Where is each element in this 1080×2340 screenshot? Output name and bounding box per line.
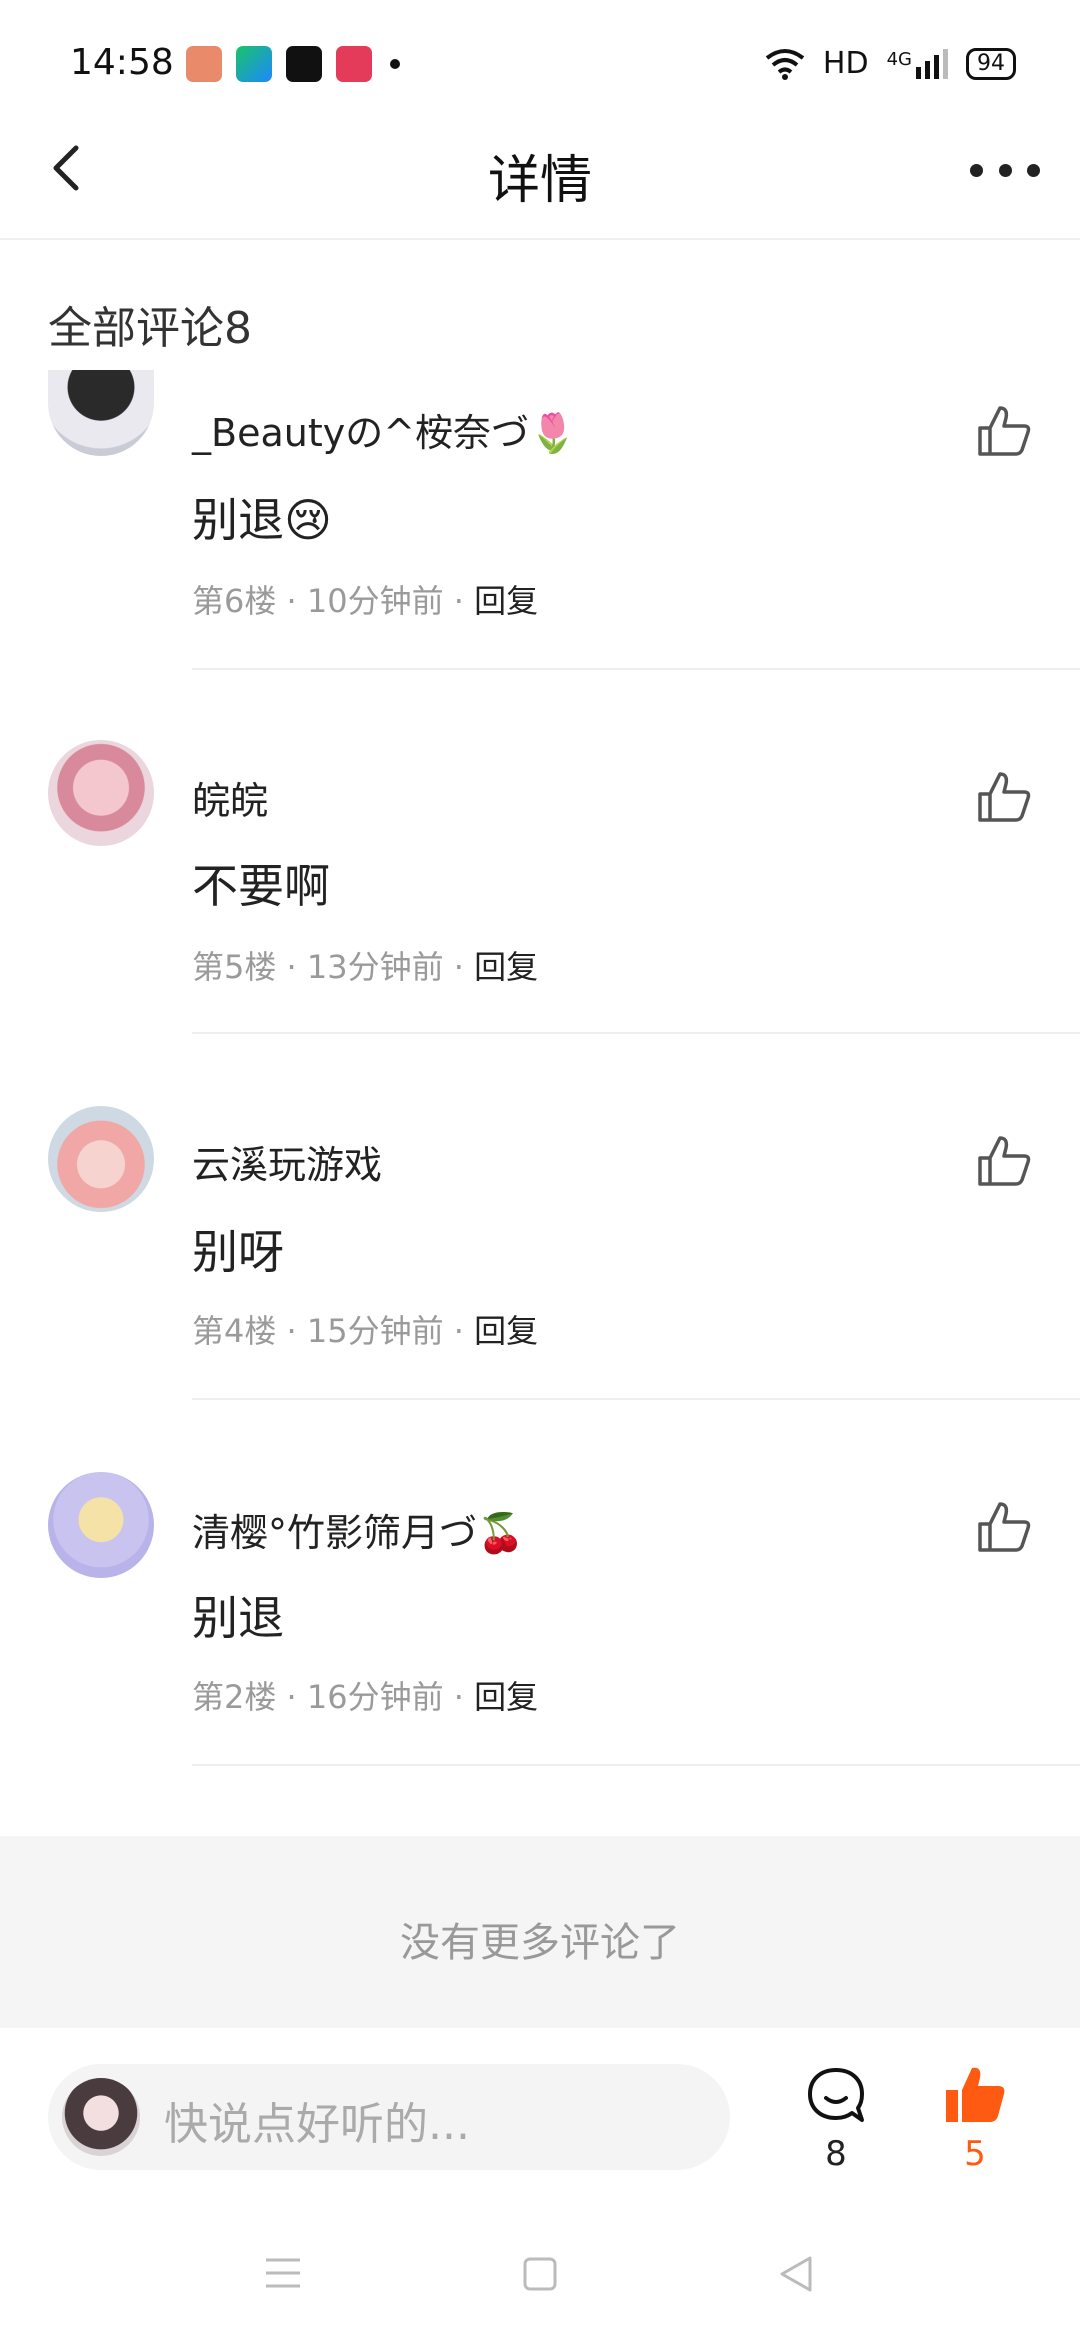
battery-indicator: 94 <box>966 47 1016 80</box>
page-title: 详情 <box>487 151 592 211</box>
system-status: HD 4G 94 <box>765 46 1016 81</box>
reply-button[interactable]: 回复 <box>474 1312 538 1350</box>
video-app-icon <box>236 46 272 82</box>
comment-floor: 第4楼 <box>192 1312 277 1350</box>
like-count: 5 <box>964 2134 986 2174</box>
comment-meta: 第4楼 · 15分钟前 · 回复 <box>192 1312 539 1350</box>
avatar[interactable] <box>48 1106 154 1212</box>
thumbs-up-icon[interactable] <box>976 1500 1032 1556</box>
comment-divider <box>192 1398 1080 1400</box>
more-notifications-icon <box>390 59 400 69</box>
reply-button[interactable]: 回复 <box>474 582 538 620</box>
comment-input-placeholder[interactable]: 快说点好听的... <box>164 2088 470 2152</box>
comment-divider <box>192 1764 1080 1766</box>
thumbs-up-icon[interactable] <box>976 770 1032 826</box>
comment-divider <box>192 1032 1080 1034</box>
thumbs-up-icon[interactable] <box>976 1134 1032 1190</box>
comment-time: 15分钟前 <box>306 1312 444 1350</box>
comment-time: 16分钟前 <box>306 1678 444 1716</box>
comment-item: 皖皖 不要啊 第5楼 · 13分钟前 · 回复 <box>0 740 1080 1040</box>
home-icon[interactable] <box>522 2256 558 2292</box>
more-options-icon[interactable] <box>970 150 1040 190</box>
comment-bubble-icon[interactable] <box>806 2066 866 2126</box>
comment-item: _Beautyの^桉奈づ🌷 别退😢 第6楼 · 10分钟前 · 回复 <box>0 370 1080 680</box>
reply-button[interactable]: 回复 <box>474 948 538 986</box>
hd-label: HD <box>822 46 869 81</box>
comment-floor: 第2楼 <box>192 1678 277 1716</box>
comment-text: 别呀 <box>192 1225 284 1279</box>
thumbs-up-filled-icon[interactable] <box>944 2064 1006 2126</box>
reply-button[interactable]: 回复 <box>474 1678 538 1716</box>
comment-floor: 第6楼 <box>192 582 277 620</box>
comment-text: 不要啊 <box>192 859 330 913</box>
app-notification-icon <box>186 46 222 82</box>
comment-meta: 第6楼 · 10分钟前 · 回复 <box>192 582 539 620</box>
comment-text: 别退😢 <box>192 493 332 547</box>
avatar[interactable] <box>48 740 154 846</box>
comment-floor: 第5楼 <box>192 948 277 986</box>
back-triangle-icon[interactable] <box>778 2254 814 2294</box>
avatar[interactable] <box>48 370 154 456</box>
comment-count: 8 <box>825 2134 847 2174</box>
thumbs-up-icon[interactable] <box>976 404 1032 460</box>
status-time: 14:58 <box>70 42 174 83</box>
comment-username[interactable]: 皖皖 <box>192 770 268 825</box>
feather-app-icon <box>286 46 322 82</box>
comment-item: 清樱°竹影筛月づ🍒 别退 第2楼 · 16分钟前 · 回复 <box>0 1472 1080 1772</box>
comment-time: 10分钟前 <box>306 582 444 620</box>
video-player-icon <box>336 46 372 82</box>
comment-text: 别退 <box>192 1591 284 1645</box>
avatar[interactable] <box>48 1472 154 1578</box>
signal-4g-icon: 4G <box>887 48 948 79</box>
comment-meta: 第5楼 · 13分钟前 · 回复 <box>192 948 539 986</box>
notification-icons <box>186 46 400 82</box>
avatar <box>62 2078 140 2156</box>
no-more-comments-text: 没有更多评论了 <box>400 1920 680 1966</box>
recent-apps-icon[interactable] <box>264 2256 302 2290</box>
comment-username[interactable]: 清樱°竹影筛月づ🍒 <box>192 1502 524 1557</box>
comment-meta: 第2楼 · 16分钟前 · 回复 <box>192 1678 539 1716</box>
comments-section-title: 全部评论8 <box>48 303 252 354</box>
wifi-icon <box>765 48 805 80</box>
comment-username[interactable]: 云溪玩游戏 <box>192 1134 382 1189</box>
comment-item: 云溪玩游戏 别呀 第4楼 · 15分钟前 · 回复 <box>0 1106 1080 1406</box>
comment-divider <box>192 668 1080 670</box>
comment-username[interactable]: _Beautyの^桉奈づ🌷 <box>192 402 576 457</box>
comment-time: 13分钟前 <box>306 948 444 986</box>
